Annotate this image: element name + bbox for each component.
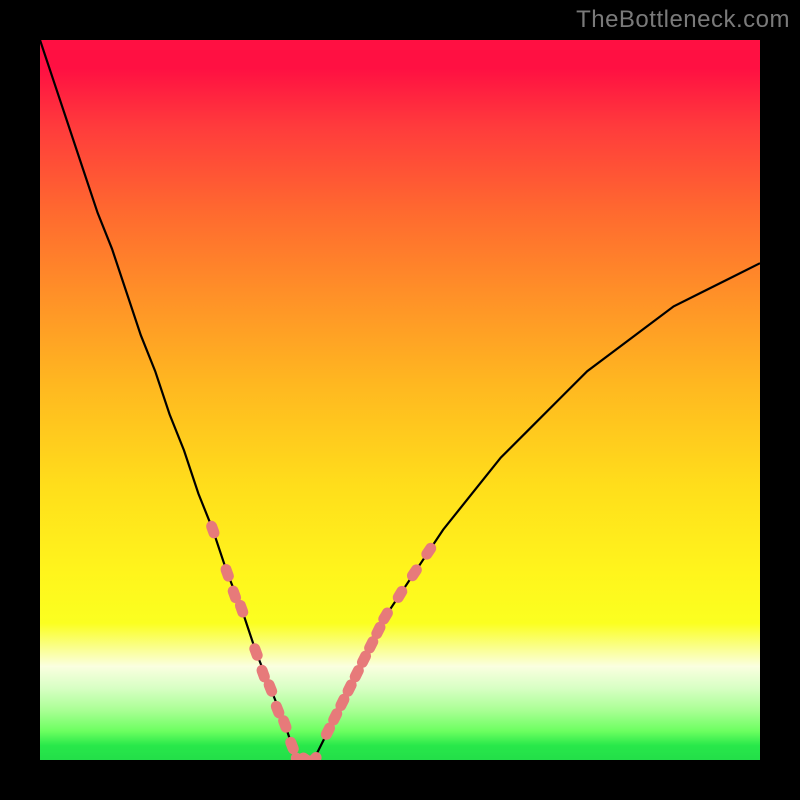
marker-point bbox=[419, 541, 438, 562]
curve-svg bbox=[40, 40, 760, 760]
marker-point bbox=[248, 642, 264, 663]
bottleneck-curve bbox=[40, 40, 760, 760]
marker-group bbox=[205, 519, 439, 760]
marker-point bbox=[405, 562, 424, 583]
plot-area bbox=[40, 40, 760, 760]
watermark-text: TheBottleneck.com bbox=[576, 6, 790, 34]
chart-frame: TheBottleneck.com bbox=[0, 0, 800, 800]
marker-point bbox=[205, 519, 221, 540]
marker-point bbox=[391, 584, 410, 605]
marker-point bbox=[219, 562, 235, 583]
